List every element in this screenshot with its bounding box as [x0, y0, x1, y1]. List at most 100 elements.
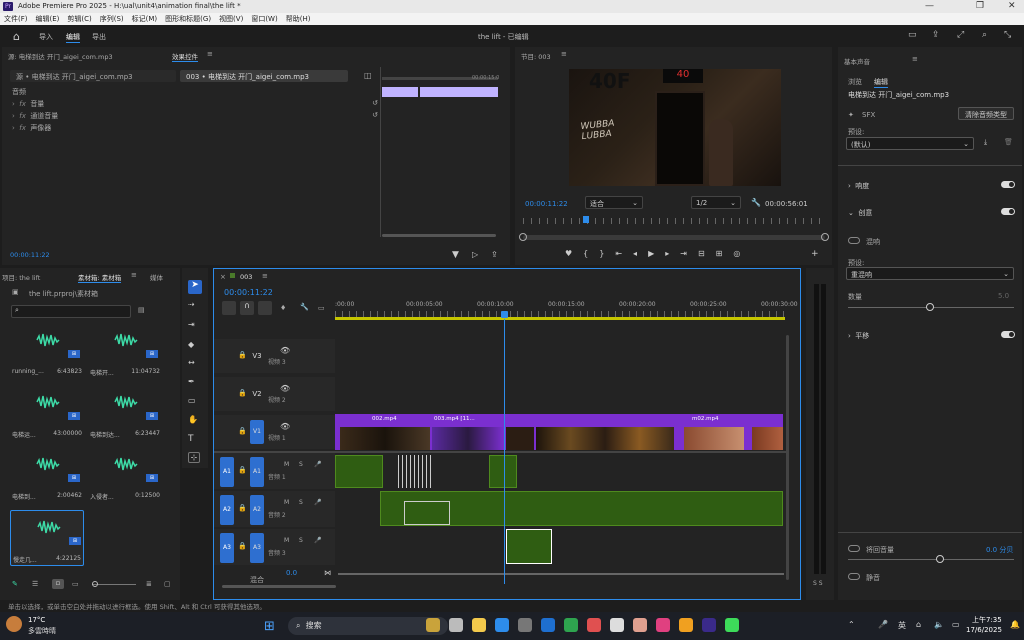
preset-dropdown[interactable]: (默认) ⌄	[846, 137, 974, 150]
bin-item[interactable]: ⊞ 入侵者... 0:12500	[88, 448, 162, 504]
browser-icon[interactable]	[679, 618, 693, 632]
project-tab[interactable]: 项目: the lift	[2, 272, 40, 282]
eye-icon[interactable]: 👁	[280, 422, 290, 431]
game-icon[interactable]	[426, 618, 440, 632]
play-audio-icon[interactable]: ▷	[472, 250, 478, 259]
bin-item[interactable]: ⊞ 电梯运... 43:00000	[10, 386, 84, 442]
mute-button[interactable]: M	[284, 499, 289, 506]
weather-icon[interactable]	[6, 616, 22, 632]
selection-tool-icon[interactable]: ➤	[188, 280, 202, 294]
track-target[interactable]: A1	[250, 457, 264, 487]
wechat-icon[interactable]	[725, 618, 739, 632]
icon-view-icon[interactable]: ▫	[52, 579, 64, 589]
voiceover-icon[interactable]: 🎤	[314, 537, 321, 544]
close-icon[interactable]: ✕	[1008, 1, 1016, 11]
volume-icon[interactable]: 🔈	[934, 620, 944, 629]
snap-icon[interactable]: ∩	[240, 301, 254, 315]
panner-row[interactable]: › fx 声像器	[12, 123, 378, 135]
voiceover-icon[interactable]: 🎤	[314, 461, 321, 468]
chrome-icon[interactable]	[564, 618, 578, 632]
windows-start-icon[interactable]: ⊞	[264, 619, 275, 634]
voiceover-icon[interactable]: 🎤	[314, 499, 321, 506]
a3-clip[interactable]	[506, 529, 552, 564]
creative-toggle[interactable]	[1001, 208, 1015, 215]
mute-toggle[interactable]	[848, 573, 860, 580]
list-view-icon[interactable]: ☰	[32, 580, 38, 588]
maximize-icon[interactable]: ⤡	[1004, 30, 1011, 40]
clear-audio-type-button[interactable]: 清除音频类型	[958, 107, 1014, 120]
volume-row[interactable]: › fx 音量 ↺	[12, 99, 378, 111]
menu-item[interactable]: 编辑(E)	[36, 14, 60, 24]
type-tool-icon[interactable]: T	[188, 434, 194, 444]
razor-tool-icon[interactable]: ◆	[188, 340, 194, 349]
outlook-icon[interactable]	[541, 618, 555, 632]
a1-clip[interactable]	[489, 455, 517, 488]
reverb-toggle[interactable]	[848, 237, 860, 244]
program-playhead[interactable]	[583, 216, 589, 223]
menu-item[interactable]: 剪辑(C)	[67, 14, 91, 24]
rectangle-tool-icon[interactable]: ▭	[188, 396, 196, 405]
track-target[interactable]: V3	[250, 344, 264, 368]
bin-tab[interactable]: 素材箱: 素材箱	[78, 272, 122, 283]
mini-scrollbar[interactable]	[382, 234, 496, 237]
reverb-preset-dropdown[interactable]: 重混响 ⌄	[846, 267, 1014, 280]
transport-controls[interactable]: ♥{}⇤◂▶▸⇥⊟⊞◎	[565, 249, 751, 258]
tab-import[interactable]: 导入	[39, 32, 53, 42]
mic-icon[interactable]: 🎤	[878, 620, 888, 629]
source-patch[interactable]: A3	[220, 533, 234, 563]
solo-button[interactable]: S	[299, 537, 303, 544]
reset-icon[interactable]: ↺	[372, 111, 378, 119]
nest-icon[interactable]	[222, 301, 236, 315]
delete-preset-icon[interactable]: 🗑	[1004, 138, 1013, 146]
search-input[interactable]: ⌕	[11, 305, 131, 318]
bin-item[interactable]: ⊞ 慢走几... 4:22125	[10, 510, 84, 566]
source-patch[interactable]: A2	[220, 495, 234, 525]
video-clip-thumb[interactable]	[340, 427, 430, 450]
zoom-slider[interactable]	[92, 584, 136, 585]
zoom-slider-thumb[interactable]	[92, 581, 98, 587]
clock-time[interactable]: 上午7:35	[972, 615, 1002, 625]
loudness-section[interactable]: › 响度	[848, 181, 869, 191]
photos-icon[interactable]	[610, 618, 624, 632]
freeform-view-icon[interactable]: ▭	[72, 580, 79, 588]
track-target[interactable]: V2	[250, 382, 264, 406]
avatar-icon[interactable]	[633, 618, 647, 632]
panel-menu-icon[interactable]: ≡	[131, 271, 137, 279]
minimize-icon[interactable]: —	[925, 1, 934, 11]
resolution-dropdown[interactable]: 1/2 ⌄	[691, 196, 741, 209]
menu-item[interactable]: 序列(S)	[100, 14, 124, 24]
mute-button[interactable]: M	[284, 537, 289, 544]
workspace-icon[interactable]: ▭	[908, 30, 917, 40]
reset-icon[interactable]: ↺	[372, 99, 378, 107]
taskbar-search[interactable]: ⌕ 搜索	[288, 617, 448, 635]
pencil-icon[interactable]: ✎	[12, 580, 18, 588]
duck-slider-track[interactable]	[848, 559, 1014, 560]
track-select-icon[interactable]: ⇢	[188, 300, 195, 309]
sort-icon[interactable]: ≣	[146, 580, 152, 588]
slip-tool-icon[interactable]: ↔	[188, 358, 195, 367]
media-tab[interactable]: 媒体	[150, 272, 163, 282]
lock-icon[interactable]: 🔒	[238, 466, 247, 474]
tab-edit[interactable]: 编辑	[66, 32, 80, 43]
pan-section[interactable]: › 平移	[848, 331, 869, 341]
video-clip-thumb[interactable]	[506, 427, 534, 450]
a2-clip-selected[interactable]	[404, 501, 450, 525]
zoom-start-handle[interactable]	[519, 233, 527, 241]
zoom-end-handle[interactable]	[821, 233, 829, 241]
duck-value[interactable]: 0.0 分贝	[986, 545, 1013, 555]
ime-indicator[interactable]: 英	[898, 620, 906, 631]
solo-button[interactable]: S	[299, 499, 303, 506]
mix-value[interactable]: 0.0	[286, 569, 297, 577]
panel-menu-icon[interactable]: ≡	[561, 50, 567, 58]
video-clip-thumb[interactable]	[536, 427, 674, 450]
search-icon[interactable]: ⌕	[982, 30, 987, 40]
edge-icon[interactable]	[495, 618, 509, 632]
video-clip-thumb[interactable]	[432, 427, 504, 450]
amount-slider-thumb[interactable]	[926, 303, 934, 311]
share-icon[interactable]: ⇪	[932, 30, 940, 40]
lock-icon[interactable]: 🔒	[238, 389, 247, 397]
menu-item[interactable]: 帮助(H)	[286, 14, 311, 24]
fullscreen-icon[interactable]: ⤢	[957, 30, 964, 40]
channel-volume-row[interactable]: › fx 通道音量 ↺	[12, 111, 378, 123]
program-ruler[interactable]	[523, 218, 825, 224]
